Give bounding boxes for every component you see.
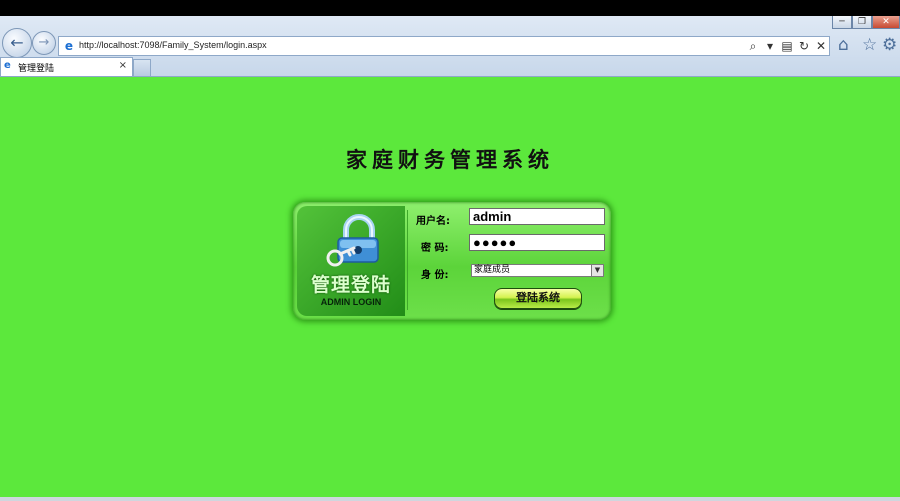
arrow-left-icon: ← [10,33,24,52]
role-label: 身 份: [421,270,449,281]
new-tab-button[interactable] [133,59,151,76]
window-controls: ─ ❐ ✕ [832,16,900,30]
login-subheading: ADMIN LOGIN [320,297,382,307]
close-tab-icon[interactable]: × [119,60,127,71]
close-window-button[interactable]: ✕ [872,16,900,29]
login-heading: 管理登陆 [310,274,391,296]
gear-icon[interactable]: ⚙ [882,35,897,55]
ie-page-icon: e [4,60,11,71]
username-label: 用户名: [416,216,450,227]
address-url[interactable]: http://localhost:7098/Family_System/logi… [79,40,267,50]
chevron-down-icon[interactable]: ▾ [764,38,776,54]
page-title: 家庭财务管理系统 [346,147,554,172]
taskbar-strip [0,497,900,501]
compatibility-view-icon[interactable]: ▤ [781,38,793,54]
login-panel: 管理登陆 ADMIN LOGIN 用户名: admin 密 码: ●●●●● 身… [293,202,611,320]
address-tools: ⌕ ▾ ▤ ↻ ✕ [747,38,827,54]
refresh-icon[interactable]: ↻ [798,38,810,54]
tab-title: 管理登陆 [18,64,55,74]
browser-tab-active[interactable]: e 管理登陆 × [0,57,133,76]
login-brand-block: 管理登陆 ADMIN LOGIN [297,206,405,316]
home-icon[interactable]: ⌂ [838,35,849,55]
padlock-key-icon [326,214,379,267]
forward-button[interactable]: → [32,31,56,55]
page-content: 家庭财务管理系统 管理登陆 ADMIN LOGIN 用户名: admin 密 码… [0,77,900,497]
password-input[interactable]: ●●●●● [469,234,605,251]
search-icon[interactable]: ⌕ [747,38,759,54]
ie-logo-icon: e [64,39,74,53]
favorites-icon[interactable]: ☆ [862,35,877,55]
panel-divider [407,210,408,310]
browser-chrome: ─ ❐ ✕ ← → e http://localhost:7098/Family… [0,16,900,77]
back-button[interactable]: ← [2,28,32,58]
role-select[interactable]: 家庭成员 ▼ [471,264,604,277]
username-input[interactable]: admin [469,208,605,225]
chevron-down-icon[interactable]: ▼ [591,265,603,276]
restore-button[interactable]: ❐ [852,16,872,29]
arrow-right-icon: → [38,35,50,50]
login-button[interactable]: 登陆系统 [494,288,582,309]
top-black-bar [0,0,900,16]
address-bar[interactable]: e http://localhost:7098/Family_System/lo… [58,36,830,56]
password-label: 密 码: [421,243,449,254]
stop-icon[interactable]: ✕ [815,38,827,54]
minimize-button[interactable]: ─ [832,16,852,29]
role-selected-value: 家庭成员 [474,265,511,275]
